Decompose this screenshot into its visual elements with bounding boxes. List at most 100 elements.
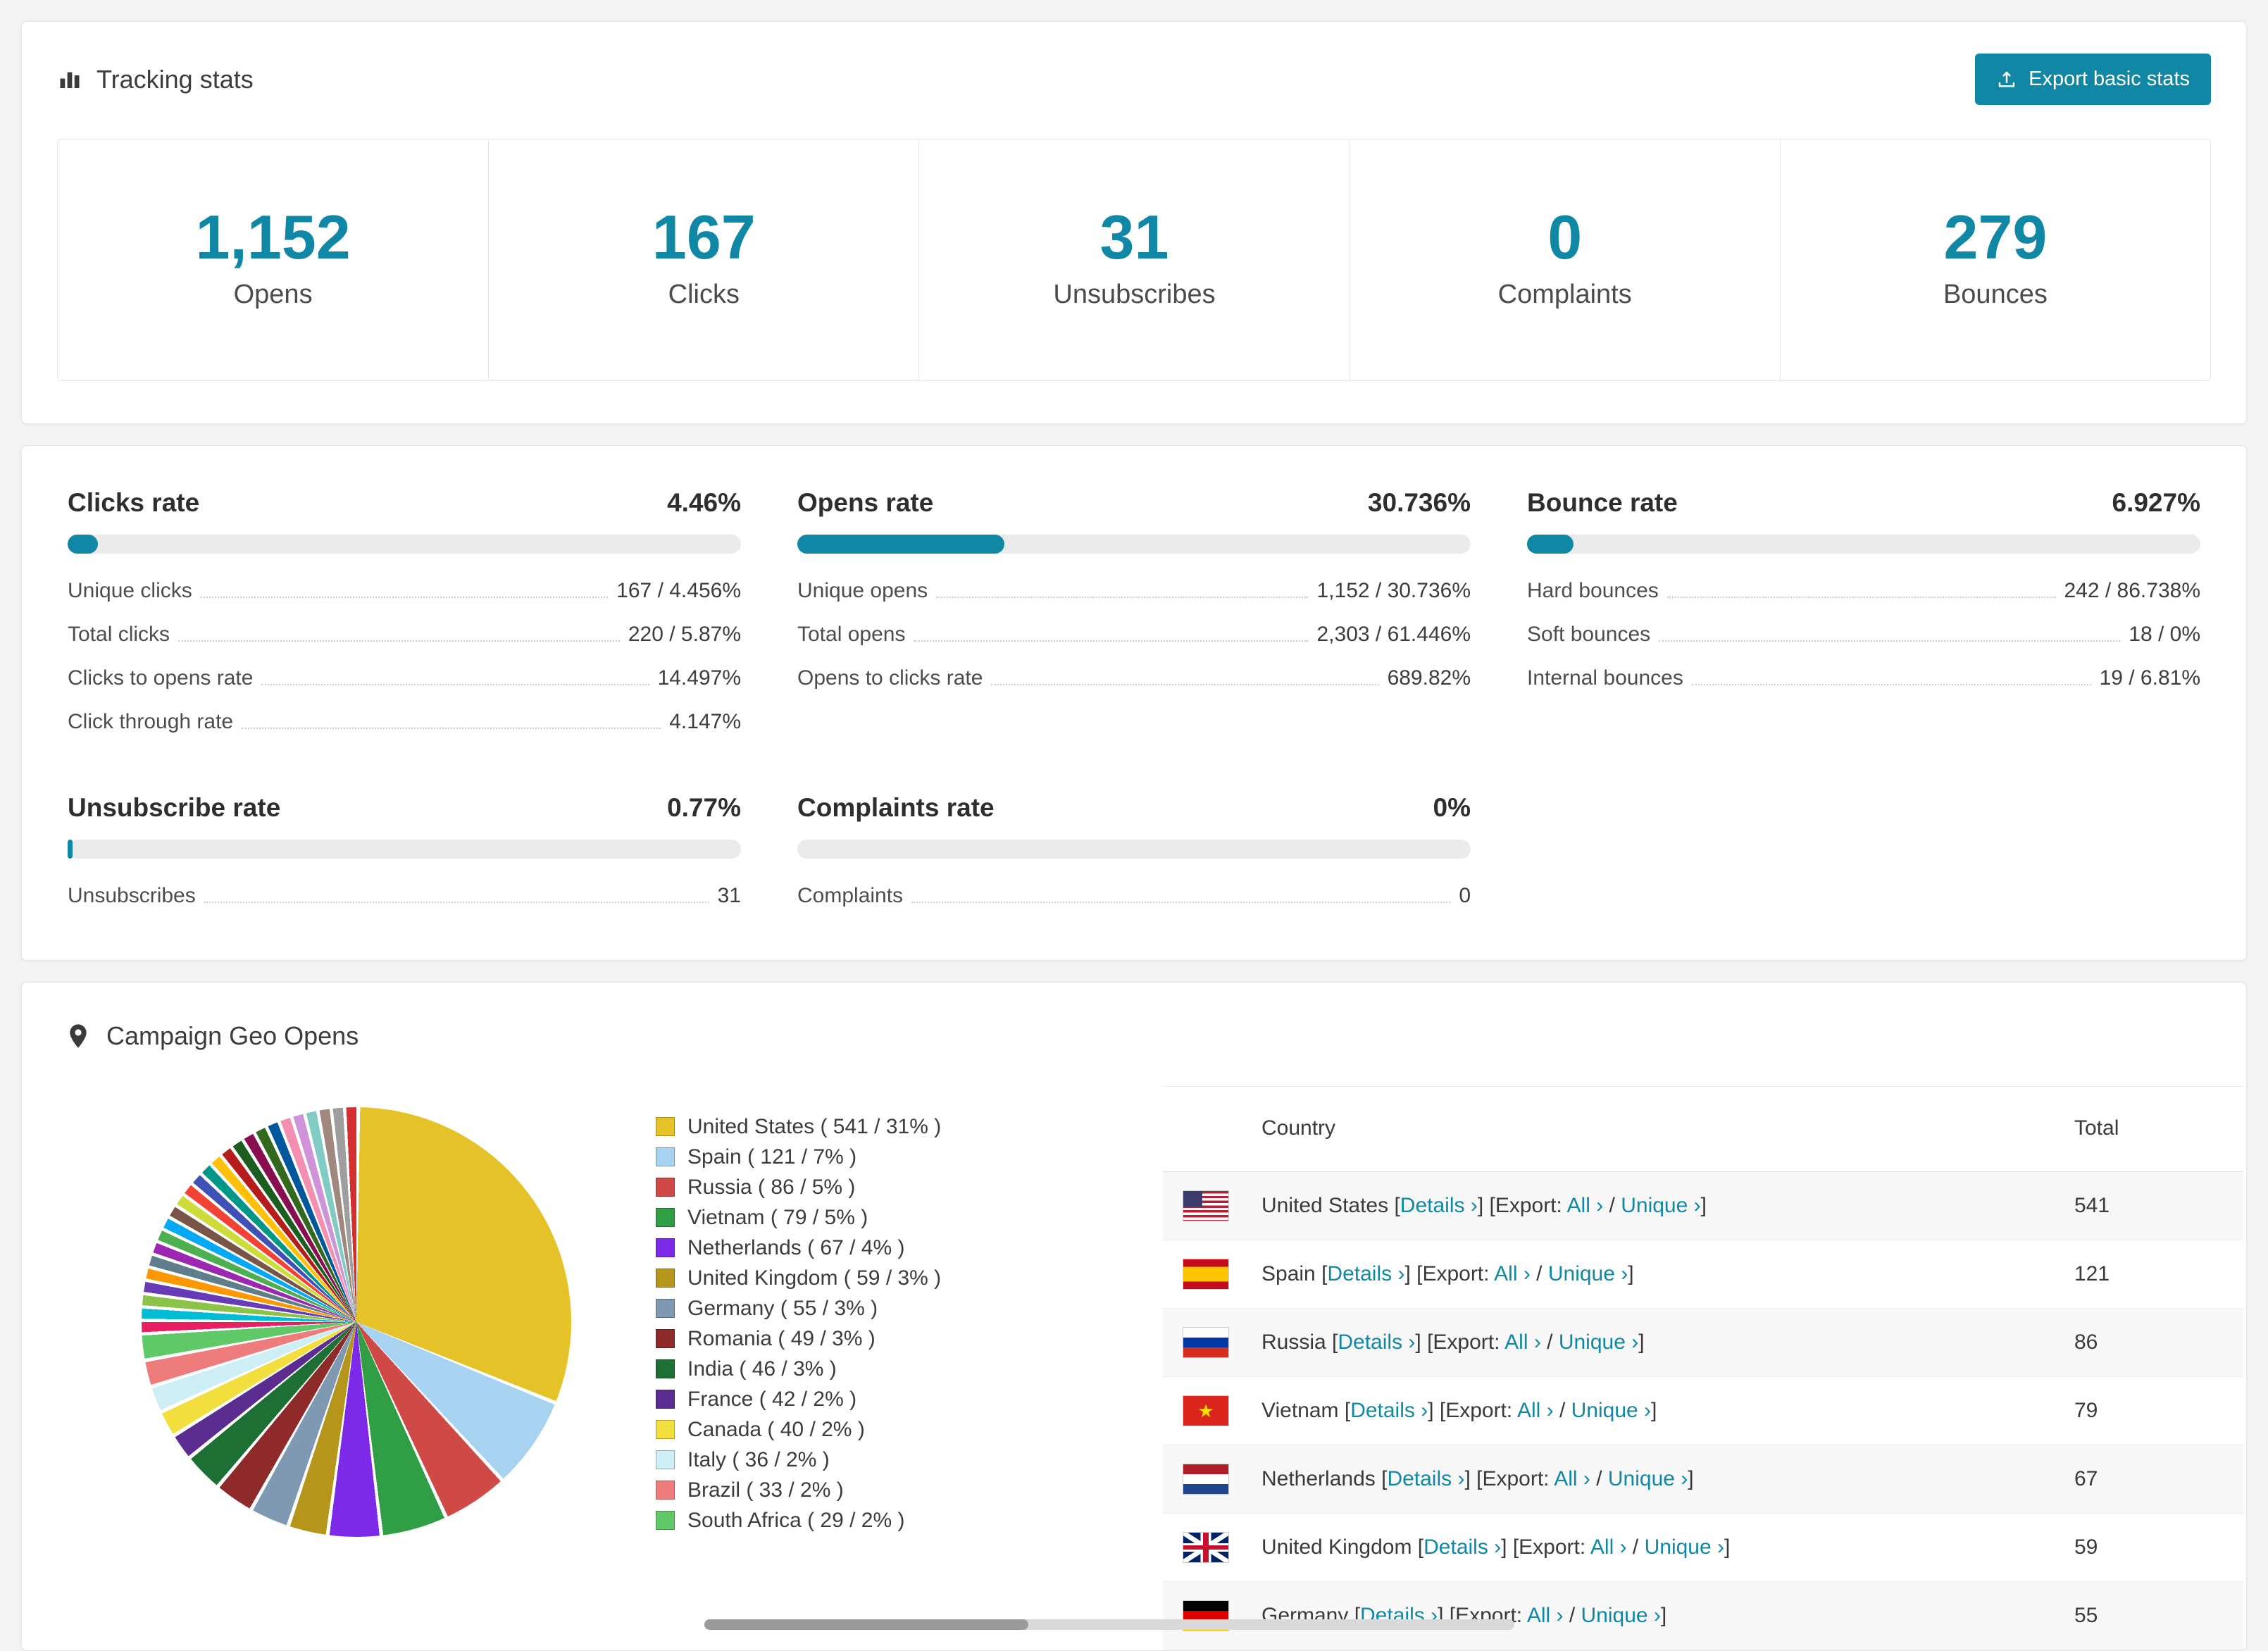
export-all-link[interactable]: All › <box>1567 1194 1604 1217</box>
rate-progress-fill <box>68 535 98 554</box>
details-link[interactable]: Details › <box>1327 1262 1404 1285</box>
legend-swatch <box>656 1390 675 1409</box>
rate-rows: Complaints 0 <box>797 874 1471 918</box>
rate-progress-bar <box>68 840 741 859</box>
legend-swatch <box>656 1238 675 1257</box>
country-column-header: Country <box>1247 1086 2060 1172</box>
legend-label: South Africa ( 29 / 2% ) <box>687 1508 905 1532</box>
dotted-leader <box>178 640 620 642</box>
horizontal-scrollbar[interactable] <box>704 1619 1514 1630</box>
details-link[interactable]: Details › <box>1423 1535 1501 1559</box>
rate-rows: Unique clicks 167 / 4.456% Total clicks … <box>68 569 741 744</box>
details-link[interactable]: Details › <box>1400 1194 1478 1217</box>
legend-label: United States ( 541 / 31% ) <box>687 1114 942 1138</box>
legend-swatch <box>656 1269 675 1288</box>
rate-row-label: Clicks to opens rate <box>68 666 254 690</box>
legend-swatch <box>656 1420 675 1439</box>
geo-content: United States ( 541 / 31% ) Spain ( 121 … <box>64 1086 2243 1650</box>
export-unique-link[interactable]: Unique › <box>1548 1262 1628 1285</box>
total-cell: 55 <box>2060 1581 2243 1650</box>
legend-item: France ( 42 / 2% ) <box>656 1384 1092 1414</box>
legend-label: United Kingdom ( 59 / 3% ) <box>687 1266 942 1290</box>
dotted-leader <box>936 597 1309 598</box>
rate-title: Clicks rate <box>68 488 200 517</box>
rate-row-value: 167 / 4.456% <box>616 579 741 602</box>
stat-value: 167 <box>652 202 756 272</box>
export-basic-stats-button[interactable]: Export basic stats <box>1975 54 2211 105</box>
rate-row: Click through rate 4.147% <box>68 700 741 744</box>
legend-item: Spain ( 121 / 7% ) <box>656 1142 1092 1172</box>
nl-flag-icon <box>1183 1464 1229 1495</box>
total-cell: 59 <box>2060 1513 2243 1582</box>
geo-table-row: Russia [Details ›] [Export: All › / Uniq… <box>1163 1308 2243 1377</box>
rate-row: Total clicks 220 / 5.87% <box>68 613 741 656</box>
rate-value: 4.46% <box>667 488 741 517</box>
rate-row: Unique opens 1,152 / 30.736% <box>797 569 1471 613</box>
rate-row-value: 2,303 / 61.446% <box>1316 623 1471 646</box>
rate-row-label: Unique opens <box>797 579 928 602</box>
stat-value: 1,152 <box>195 202 351 272</box>
geo-opens-title-text: Campaign Geo Opens <box>106 1021 359 1050</box>
vn-flag-icon <box>1183 1395 1229 1426</box>
ru-flag-icon <box>1183 1327 1229 1358</box>
legend-label: Netherlands ( 67 / 4% ) <box>687 1235 905 1259</box>
es-flag-icon <box>1183 1259 1229 1290</box>
total-column-header: Total <box>2060 1086 2243 1172</box>
dotted-leader <box>261 684 649 685</box>
details-link[interactable]: Details › <box>1350 1399 1428 1422</box>
export-all-link[interactable]: All › <box>1590 1535 1627 1559</box>
country-cell: Germany [Details ›] [Export: All › / Uni… <box>1247 1581 2060 1650</box>
total-cell: 86 <box>2060 1308 2243 1377</box>
country-cell: Netherlands [Details ›] [Export: All › /… <box>1247 1445 2060 1514</box>
total-cell: 79 <box>2060 1376 2243 1445</box>
legend-item: Romania ( 49 / 3% ) <box>656 1323 1092 1354</box>
details-link[interactable]: Details › <box>1338 1331 1415 1354</box>
legend-swatch <box>656 1450 675 1469</box>
rate-row-label: Opens to clicks rate <box>797 666 983 690</box>
rate-progress-bar <box>797 535 1471 554</box>
export-all-link[interactable]: All › <box>1517 1399 1554 1422</box>
legend-label: India ( 46 / 3% ) <box>687 1357 837 1381</box>
rate-row-value: 14.497% <box>657 666 741 690</box>
rate-value: 0.77% <box>667 793 741 822</box>
rate-row: Hard bounces 242 / 86.738% <box>1527 569 2200 613</box>
export-all-link[interactable]: All › <box>1504 1331 1541 1354</box>
geo-table-row: Vietnam [Details ›] [Export: All › / Uni… <box>1163 1376 2243 1445</box>
rate-row-value: 689.82% <box>1387 666 1471 690</box>
rate-rows: Unsubscribes 31 <box>68 874 741 918</box>
export-unique-link[interactable]: Unique › <box>1645 1535 1724 1559</box>
export-all-link[interactable]: All › <box>1494 1262 1531 1285</box>
rate-value: 30.736% <box>1367 488 1471 517</box>
dotted-leader <box>200 597 609 598</box>
country-cell: United States [Details ›] [Export: All ›… <box>1247 1171 2060 1240</box>
rate-row: Soft bounces 18 / 0% <box>1527 613 2200 656</box>
export-unique-link[interactable]: Unique › <box>1559 1331 1638 1354</box>
scrollbar-thumb[interactable] <box>704 1619 1028 1630</box>
rate-rows: Unique opens 1,152 / 30.736% Total opens… <box>797 569 1471 700</box>
stat-box: 167 Clicks <box>488 139 918 380</box>
rate-title: Bounce rate <box>1527 488 1678 517</box>
legend-label: Vietnam ( 79 / 5% ) <box>687 1205 868 1229</box>
legend-label: France ( 42 / 2% ) <box>687 1387 857 1411</box>
geo-table-row: Netherlands [Details ›] [Export: All › /… <box>1163 1445 2243 1514</box>
export-unique-link[interactable]: Unique › <box>1571 1399 1651 1422</box>
dotted-leader <box>914 640 1309 642</box>
export-all-link[interactable]: All › <box>1527 1604 1564 1627</box>
stat-label: Opens <box>233 280 313 309</box>
export-unique-link[interactable]: Unique › <box>1621 1194 1700 1217</box>
country-cell: United Kingdom [Details ›] [Export: All … <box>1247 1513 2060 1582</box>
legend-item: Netherlands ( 67 / 4% ) <box>656 1233 1092 1263</box>
export-unique-link[interactable]: Unique › <box>1581 1604 1661 1627</box>
rate-row-label: Total opens <box>797 623 906 646</box>
legend-swatch <box>656 1511 675 1530</box>
rate-row-value: 242 / 86.738% <box>2064 579 2201 602</box>
details-link[interactable]: Details › <box>1387 1467 1464 1490</box>
stat-value: 31 <box>1099 202 1169 272</box>
legend-item: Russia ( 86 / 5% ) <box>656 1172 1092 1202</box>
export-unique-link[interactable]: Unique › <box>1608 1467 1688 1490</box>
export-all-link[interactable]: All › <box>1554 1467 1590 1490</box>
legend-swatch <box>656 1299 675 1318</box>
flag-column-header <box>1163 1086 1247 1172</box>
legend-label: Spain ( 121 / 7% ) <box>687 1145 857 1169</box>
rate-progress-fill <box>797 535 1004 554</box>
